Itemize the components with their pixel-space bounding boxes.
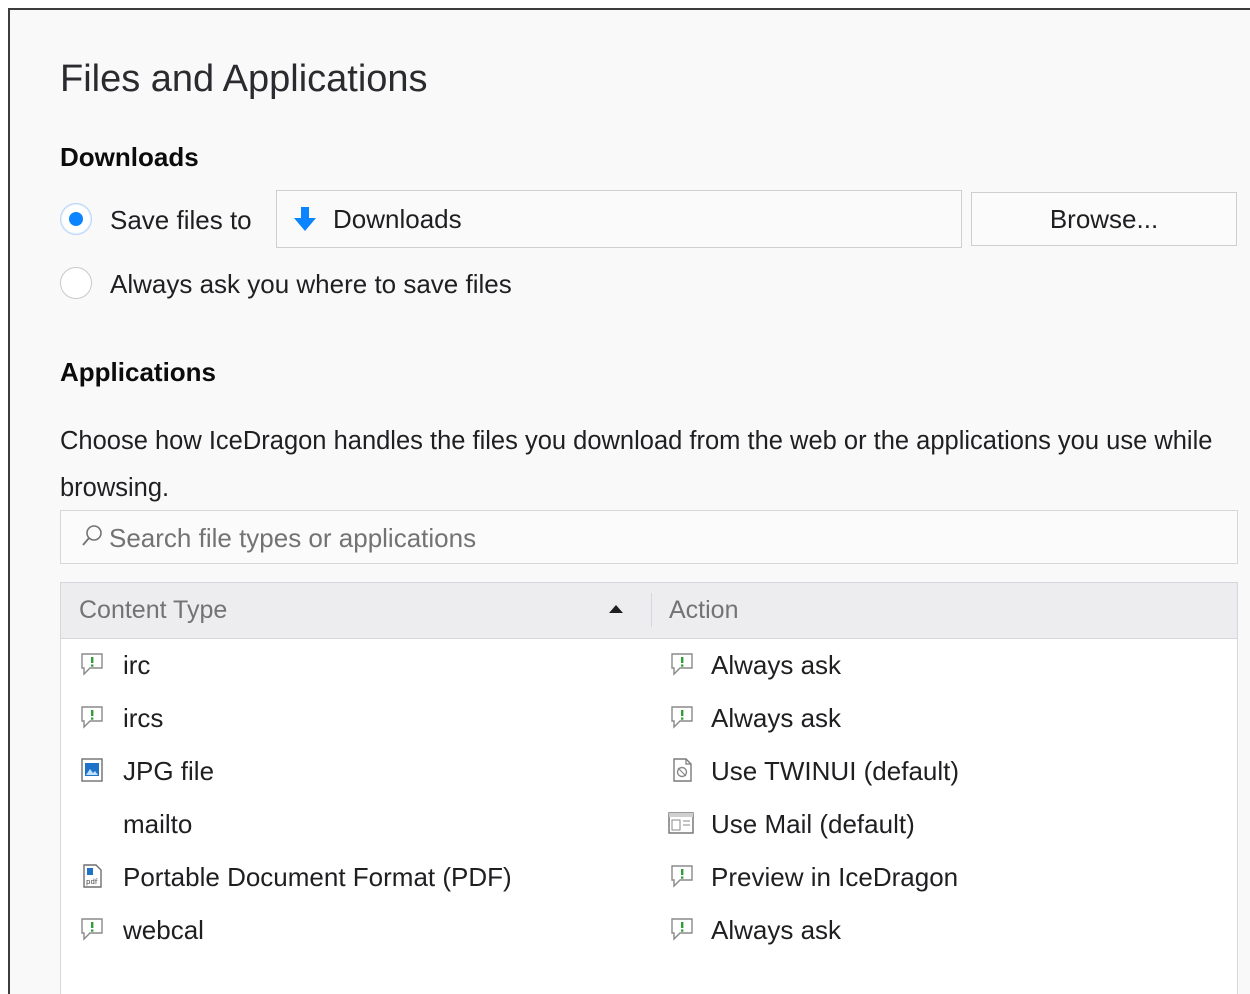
always-ask-label[interactable]: Always ask you where to save files <box>110 269 512 300</box>
page-title: Files and Applications <box>60 58 428 100</box>
download-folder-field: Downloads <box>276 190 962 248</box>
save-files-to-radio[interactable] <box>60 203 92 235</box>
table-row[interactable]: JPG file Use TWINUI (default) <box>61 745 1237 798</box>
action-label[interactable]: Always ask <box>711 703 841 734</box>
content-type-label: ircs <box>123 703 164 733</box>
always-ask-radio[interactable] <box>60 267 92 299</box>
applications-description: Choose how IceDragon handles the files y… <box>60 427 1213 502</box>
action-label[interactable]: Always ask <box>711 650 841 681</box>
table-row[interactable]: mailto Use Mail (default) <box>61 798 1237 851</box>
content-type-label: JPG file <box>123 756 215 786</box>
table-row[interactable]: pdf Portable Document Format (PDF) Previ… <box>61 851 1237 904</box>
chat-bubble-icon <box>669 704 695 730</box>
preferences-panel: Files and Applications Downloads Save fi… <box>8 8 1250 994</box>
chat-bubble-icon <box>669 916 695 942</box>
action-label[interactable]: Use Mail (default) <box>711 809 915 840</box>
action-label[interactable]: Preview in IceDragon <box>711 862 958 893</box>
download-arrow-icon <box>291 205 319 238</box>
search-icon <box>81 524 103 553</box>
pdf-file-icon: pdf <box>79 863 105 889</box>
column-divider[interactable] <box>651 593 652 627</box>
chat-bubble-icon <box>79 651 105 677</box>
table-header: Content Type Action <box>61 583 1237 639</box>
chat-bubble-icon <box>79 704 105 730</box>
save-files-to-label[interactable]: Save files to <box>110 205 252 236</box>
chat-bubble-icon <box>669 651 695 677</box>
action-label[interactable]: Always ask <box>711 915 841 946</box>
content-type-label: irc <box>123 650 151 680</box>
applications-table: Content Type Action irc Always ask ircs <box>60 582 1238 994</box>
download-folder-name: Downloads <box>333 204 462 234</box>
content-type-label: Portable Document Format (PDF) <box>123 862 512 892</box>
image-file-icon <box>79 757 105 783</box>
column-header-content-type[interactable]: Content Type <box>79 596 227 625</box>
table-row[interactable]: ircs Always ask <box>61 692 1237 745</box>
sort-ascending-icon <box>609 605 623 613</box>
browse-button[interactable]: Browse... <box>971 192 1237 246</box>
action-label[interactable]: Use TWINUI (default) <box>711 756 959 787</box>
chat-bubble-icon <box>669 863 695 889</box>
column-header-action[interactable]: Action <box>669 596 738 625</box>
mail-app-icon <box>667 810 694 836</box>
svg-text:pdf: pdf <box>86 878 98 886</box>
table-row[interactable]: irc Always ask <box>61 639 1237 692</box>
table-row[interactable]: webcal Always ask <box>61 904 1237 957</box>
search-field[interactable] <box>60 510 1238 564</box>
content-type-label: mailto <box>123 809 193 839</box>
twinui-app-icon <box>669 757 695 783</box>
search-input[interactable] <box>107 519 1211 557</box>
chat-bubble-icon <box>79 916 105 942</box>
applications-heading: Applications <box>60 357 217 387</box>
content-type-label: webcal <box>123 915 204 945</box>
downloads-heading: Downloads <box>60 142 199 172</box>
